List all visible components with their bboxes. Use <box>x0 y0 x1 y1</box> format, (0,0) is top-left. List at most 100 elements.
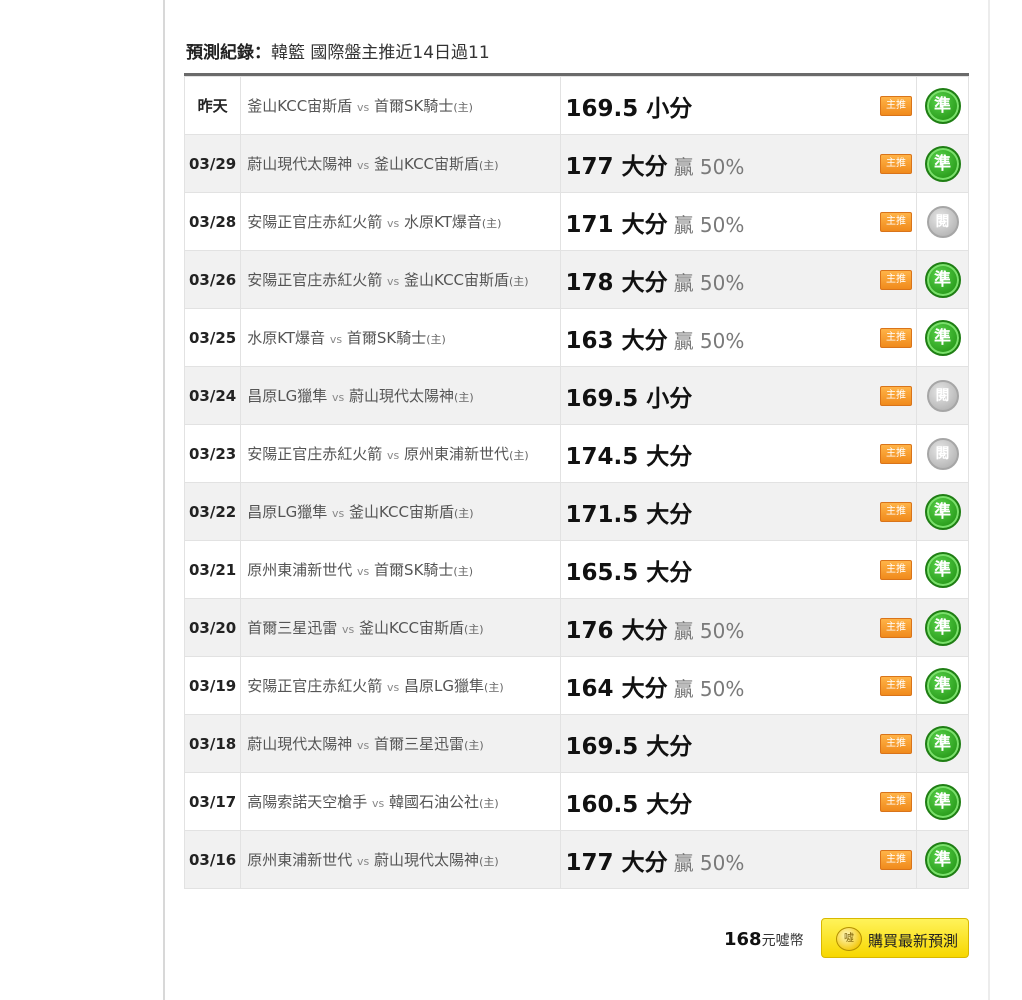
record-matchup: 原州東浦新世代 vs 蔚山現代太陽神(主) <box>240 830 561 889</box>
home-team: 韓國石油公社 <box>389 793 480 811</box>
home-team: 蔚山現代太陽神 <box>349 387 455 405</box>
pick-winrate: 贏 50% <box>673 328 745 353</box>
main-pick-tag: 主推 <box>880 443 912 464</box>
away-team: 首爾三星迅雷 <box>247 619 338 637</box>
home-team: 首爾三星迅雷 <box>374 735 465 753</box>
home-team: 水原KT爆音 <box>404 213 482 231</box>
hit-badge-icon: 準 <box>924 783 961 820</box>
pick-winrate: 贏 50% <box>673 154 745 179</box>
vs-label: vs <box>387 681 400 694</box>
record-result: 閱 <box>916 424 969 483</box>
hit-badge-icon: 準 <box>924 261 961 298</box>
record-result: 準 <box>916 76 969 135</box>
record-matchup: 原州東浦新世代 vs 首爾SK騎士(主) <box>240 540 561 599</box>
record-date: 03/19 <box>183 656 242 715</box>
main-pick-tag: 主推 <box>880 153 912 174</box>
away-team: 安陽正官庄赤紅火箭 <box>247 677 383 695</box>
record-pick: 177 大分贏 50% 主推 <box>559 134 918 193</box>
away-team: 蔚山現代太陽神 <box>247 735 353 753</box>
table-row: 03/21 原州東浦新世代 vs 首爾SK騎士(主) 165.5 大分 主推準 <box>183 540 969 599</box>
pending-badge-icon: 閱 <box>926 379 959 412</box>
home-marker: (主) <box>479 797 499 810</box>
table-row: 03/25 水原KT爆音 vs 首爾SK騎士(主) 163 大分贏 50% 主推準 <box>183 308 969 367</box>
record-matchup: 水原KT爆音 vs 首爾SK騎士(主) <box>240 308 561 367</box>
record-date: 03/17 <box>183 772 242 831</box>
away-team: 昌原LG獵隼 <box>247 387 328 405</box>
pick-line: 160.5 大分 <box>565 791 693 818</box>
vs-label: vs <box>387 275 400 288</box>
buy-button-label: 購買最新預測 <box>868 932 959 950</box>
pick-line: 176 大分 <box>565 617 668 644</box>
hit-badge-icon: 準 <box>924 609 961 646</box>
table-row: 03/23 安陽正官庄赤紅火箭 vs 原州東浦新世代(主) 174.5 大分 主推閱 <box>183 424 969 483</box>
pick-line: 177 大分 <box>565 153 668 180</box>
main-pick-tag: 主推 <box>880 559 912 580</box>
prediction-records-table: 昨天 釜山KCC宙斯盾 vs 首爾SK騎士(主) 169.5 小分 主推準 03/29 蔚… <box>183 76 969 889</box>
record-result: 準 <box>916 250 969 309</box>
main-pick-tag: 主推 <box>880 327 912 348</box>
home-team: 釜山KCC宙斯盾 <box>374 155 480 173</box>
pick-line: 169.5 大分 <box>565 733 693 760</box>
record-matchup: 安陽正官庄赤紅火箭 vs 昌原LG獵隼(主) <box>240 656 561 715</box>
record-date: 03/18 <box>183 714 242 773</box>
home-team: 首爾SK騎士 <box>374 97 454 115</box>
home-marker: (主) <box>453 101 473 114</box>
table-row: 03/22 昌原LG獵隼 vs 釜山KCC宙斯盾(主) 171.5 大分 主推準 <box>183 482 969 541</box>
pending-badge-icon: 閱 <box>926 205 959 238</box>
vs-label: vs <box>372 797 385 810</box>
record-header: 預測紀錄：韓籃 國際盤主推近14日過11 <box>186 38 490 63</box>
away-team: 安陽正官庄赤紅火箭 <box>247 445 383 463</box>
record-matchup: 安陽正官庄赤紅火箭 vs 原州東浦新世代(主) <box>240 424 561 483</box>
record-date: 03/23 <box>183 424 242 483</box>
record-matchup: 高陽索諾天空槍手 vs 韓國石油公社(主) <box>240 772 561 831</box>
vs-label: vs <box>342 623 355 636</box>
record-result: 準 <box>916 714 969 773</box>
record-pick: 160.5 大分 主推 <box>559 772 918 831</box>
record-matchup: 蔚山現代太陽神 vs 釜山KCC宙斯盾(主) <box>240 134 561 193</box>
table-row: 03/29 蔚山現代太陽神 vs 釜山KCC宙斯盾(主) 177 大分贏 50% 主推… <box>183 134 969 193</box>
record-date: 03/28 <box>183 192 242 251</box>
record-result: 準 <box>916 134 969 193</box>
record-result: 準 <box>916 830 969 889</box>
record-pick: 171 大分贏 50% 主推 <box>559 192 918 251</box>
home-marker: (主) <box>509 275 529 288</box>
vs-label: vs <box>387 449 400 462</box>
away-team: 原州東浦新世代 <box>247 561 353 579</box>
table-row: 03/19 安陽正官庄赤紅火箭 vs 昌原LG獵隼(主) 164 大分贏 50% 主推… <box>183 656 969 715</box>
record-matchup: 昌原LG獵隼 vs 釜山KCC宙斯盾(主) <box>240 482 561 541</box>
buy-latest-prediction-button[interactable]: 噓 購買最新預測 <box>821 918 969 958</box>
record-matchup: 首爾三星迅雷 vs 釜山KCC宙斯盾(主) <box>240 598 561 657</box>
records-body: 昨天 釜山KCC宙斯盾 vs 首爾SK騎士(主) 169.5 小分 主推準 03/29 蔚… <box>183 76 969 889</box>
vs-label: vs <box>331 391 345 404</box>
home-marker: (主) <box>509 449 529 462</box>
record-date: 昨天 <box>183 76 242 135</box>
home-marker: (主) <box>484 681 504 694</box>
away-team: 安陽正官庄赤紅火箭 <box>247 213 383 231</box>
record-date: 03/26 <box>183 250 242 309</box>
pick-winrate: 贏 50% <box>673 850 745 875</box>
home-marker: (主) <box>464 623 484 636</box>
price-value: 168 <box>724 929 762 950</box>
pick-line: 163 大分 <box>565 327 668 354</box>
record-pick: 176 大分贏 50% 主推 <box>559 598 918 657</box>
table-row: 03/18 蔚山現代太陽神 vs 首爾三星迅雷(主) 169.5 大分 主推準 <box>183 714 969 773</box>
away-team: 安陽正官庄赤紅火箭 <box>247 271 383 289</box>
record-date: 03/21 <box>183 540 242 599</box>
main-pick-tag: 主推 <box>880 269 912 290</box>
home-team: 原州東浦新世代 <box>404 445 510 463</box>
pick-line: 164 大分 <box>565 675 668 702</box>
home-team: 首爾SK騎士 <box>374 561 454 579</box>
price-display: 168元噓幣 <box>724 929 804 950</box>
vs-label: vs <box>331 507 345 520</box>
record-pick: 177 大分贏 50% 主推 <box>559 830 918 889</box>
record-result: 準 <box>916 540 969 599</box>
main-pick-tag: 主推 <box>880 791 912 812</box>
vs-label: vs <box>357 739 370 752</box>
table-row: 昨天 釜山KCC宙斯盾 vs 首爾SK騎士(主) 169.5 小分 主推準 <box>183 76 969 135</box>
pick-winrate: 贏 50% <box>673 270 745 295</box>
table-row: 03/16 原州東浦新世代 vs 蔚山現代太陽神(主) 177 大分贏 50% 主推準 <box>183 830 969 889</box>
pick-line: 165.5 大分 <box>565 559 693 586</box>
main-pick-tag: 主推 <box>880 675 912 696</box>
record-matchup: 昌原LG獵隼 vs 蔚山現代太陽神(主) <box>240 366 561 425</box>
hit-badge-icon: 準 <box>924 493 961 530</box>
